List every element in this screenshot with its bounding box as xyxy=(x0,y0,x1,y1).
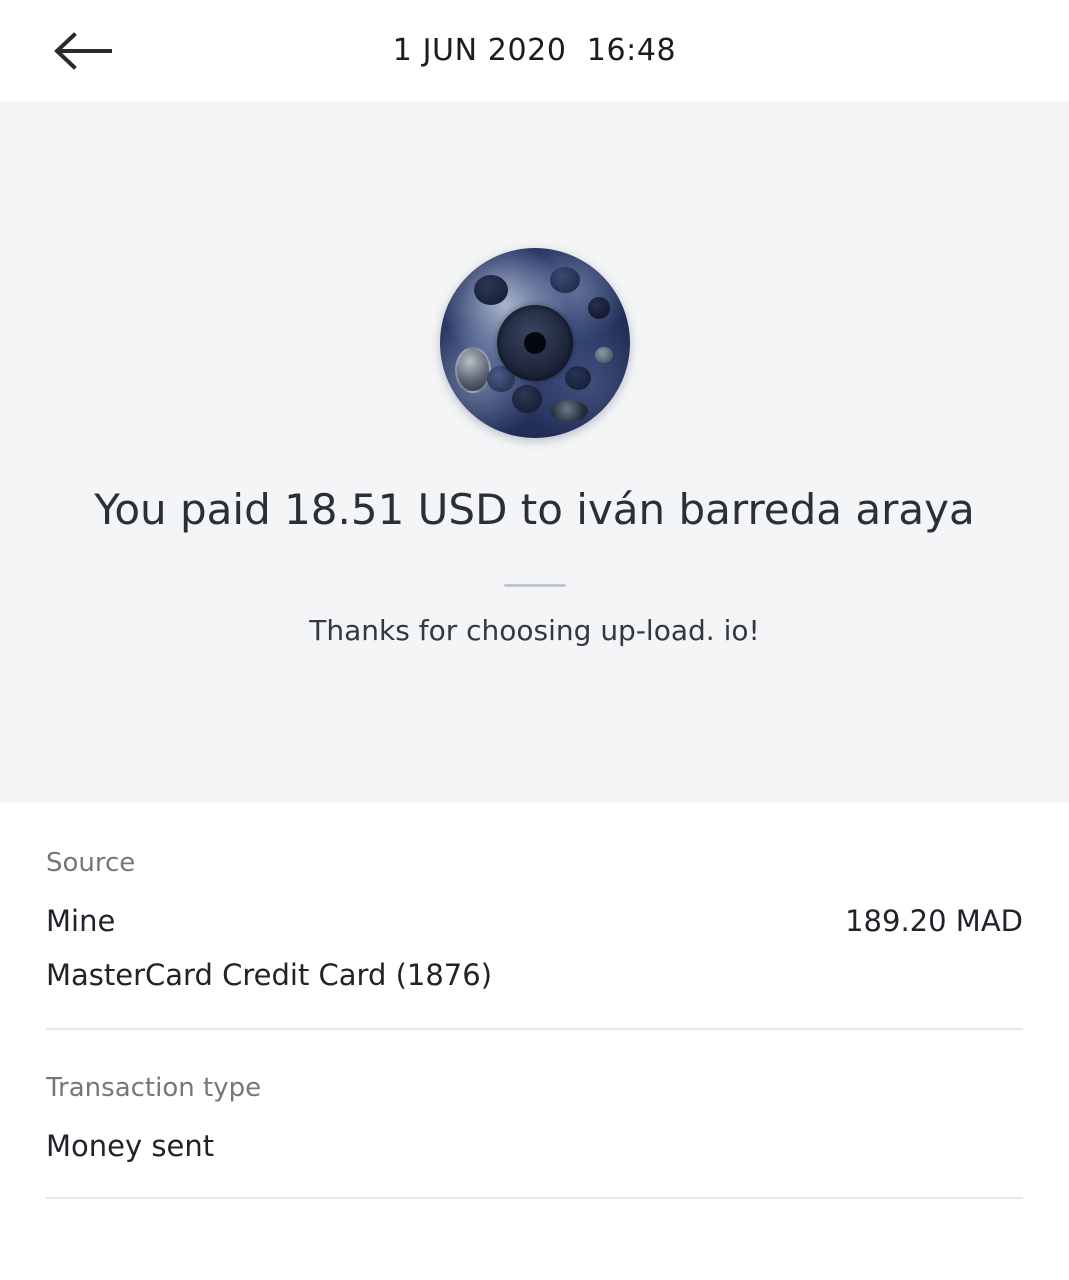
transaction-detail-screen: 1 JUN 2020 16:48 You paid 18.51 USD to i… xyxy=(0,0,1069,1280)
transaction-summary: You paid 18.51 USD to iván barreda araya… xyxy=(0,101,1069,803)
detail-section-source: Source Mine 189.20 MAD MasterCard Credit… xyxy=(46,803,1023,1028)
recipient-avatar xyxy=(439,248,630,438)
source-account-name: Mine xyxy=(46,904,116,938)
app-bar: 1 JUN 2020 16:48 xyxy=(0,0,1069,101)
detail-label-transaction-type: Transaction type xyxy=(46,1073,262,1103)
transaction-type-value: Money sent xyxy=(46,1129,215,1163)
arrow-left-icon xyxy=(52,31,114,71)
detail-section-transaction-type: Transaction type Money sent xyxy=(46,1028,1023,1199)
transaction-details: Source Mine 189.20 MAD MasterCard Credit… xyxy=(0,803,1069,1280)
detail-label-source: Source xyxy=(46,848,136,878)
detail-row-transaction-type: Money sent xyxy=(46,1129,1023,1163)
transaction-note: Thanks for choosing up-load. io! xyxy=(309,613,760,647)
detail-row-source: Mine 189.20 MAD xyxy=(46,904,1023,938)
transaction-datetime: 1 JUN 2020 16:48 xyxy=(392,33,677,68)
back-button[interactable] xyxy=(44,21,122,81)
source-card-description: MasterCard Credit Card (1876) xyxy=(46,958,493,992)
hero-divider xyxy=(503,583,566,587)
transaction-headline: You paid 18.51 USD to iván barreda araya xyxy=(94,485,975,534)
source-amount: 189.20 MAD xyxy=(845,904,1023,938)
